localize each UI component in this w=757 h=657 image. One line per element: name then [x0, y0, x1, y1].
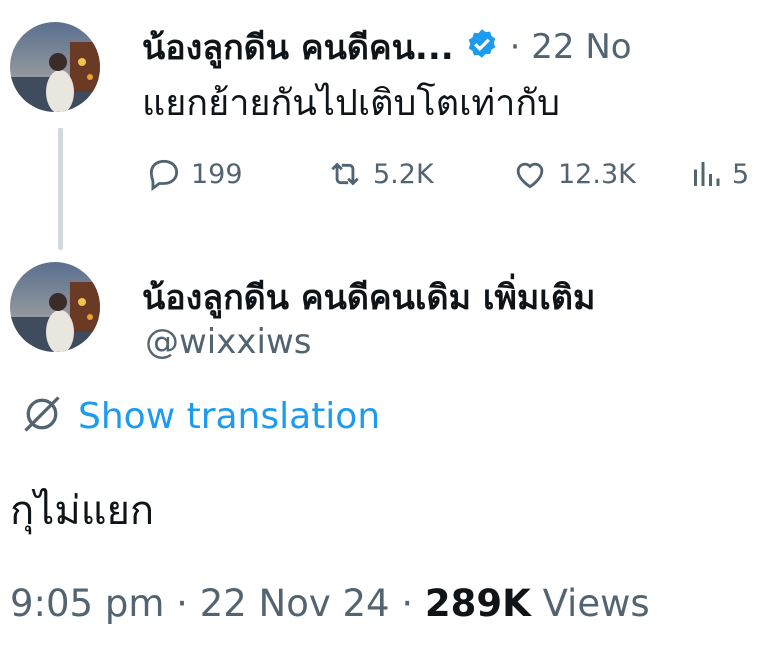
tweet-metadata: 9:05 pm · 22 Nov 24 · 289K Views	[10, 582, 650, 625]
parent-avatar[interactable]	[10, 22, 100, 112]
parent-display-name[interactable]: น้องลูกดีน คนดีคน...	[142, 20, 454, 74]
repost-count: 5.2K	[373, 158, 434, 190]
parent-header: น้องลูกดีน คนดีคน... · 22 No	[142, 20, 632, 74]
tweet-time[interactable]: 9:05 pm	[10, 582, 164, 625]
views-button[interactable]: 5	[688, 155, 749, 193]
tweet-date[interactable]: 22 Nov 24	[200, 582, 390, 625]
main-tweet-text: กุไม่แยก	[10, 488, 155, 534]
main-avatar[interactable]	[10, 262, 100, 352]
globe-translate-icon	[20, 392, 64, 440]
parent-action-bar: 199 5.2K 12.3K 5	[145, 155, 757, 193]
meta-separator-1: ·	[176, 582, 188, 625]
parent-separator: ·	[509, 27, 521, 67]
main-display-name[interactable]: น้องลูกดีน คนดีคนเดิม เพิ่มเติม	[142, 270, 757, 324]
parent-date[interactable]: 22 No	[531, 27, 631, 67]
reply-button[interactable]: 199	[145, 155, 325, 193]
thread-connector-line	[58, 128, 63, 250]
views-label: Views	[542, 582, 650, 625]
repost-icon	[325, 155, 365, 193]
views-total: 289K	[424, 582, 531, 625]
reply-icon	[145, 155, 183, 193]
parent-tweet-text: แยกย้ายกันไปเติบโตเท่ากับ	[142, 83, 561, 124]
views-count: 5	[732, 158, 750, 190]
show-translation-label[interactable]: Show translation	[78, 396, 380, 437]
main-handle[interactable]: @wixxiws	[145, 322, 311, 362]
like-icon	[510, 155, 550, 193]
like-count: 12.3K	[558, 158, 636, 190]
meta-separator-2: ·	[401, 582, 414, 625]
verified-badge-icon	[464, 27, 500, 67]
translate-link[interactable]: Show translation	[20, 392, 380, 440]
like-button[interactable]: 12.3K	[510, 155, 688, 193]
views-icon	[688, 155, 724, 193]
reply-count: 199	[191, 158, 243, 190]
repost-button[interactable]: 5.2K	[325, 155, 510, 193]
